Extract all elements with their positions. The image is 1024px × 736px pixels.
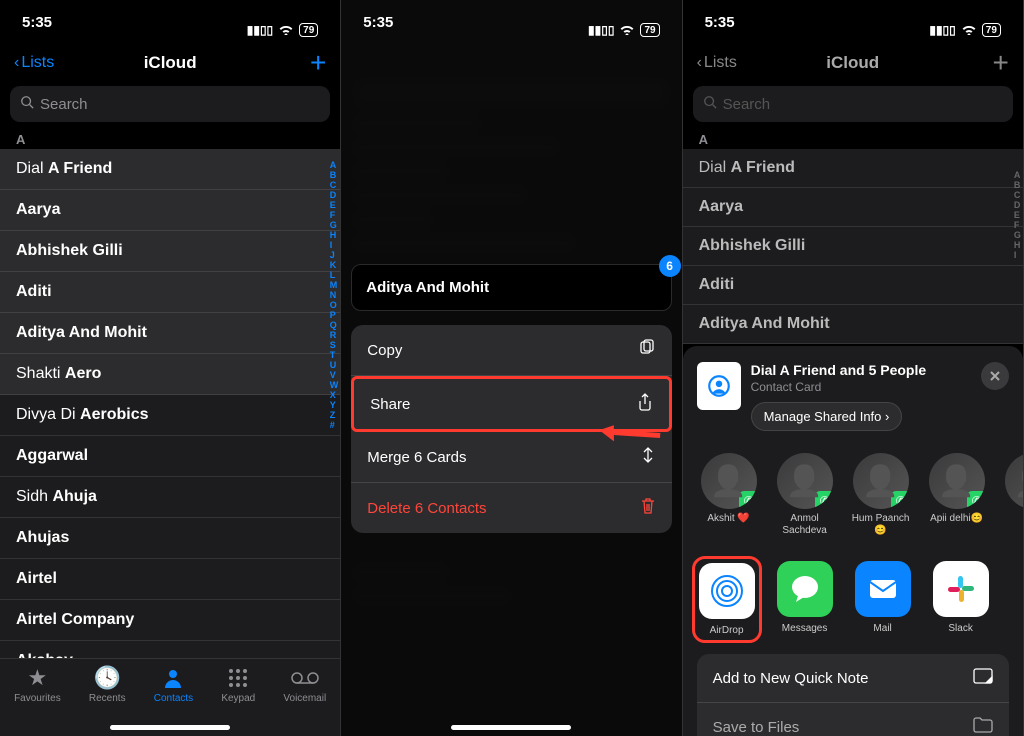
whatsapp-badge: ✆	[739, 491, 757, 509]
menu-copy[interactable]: Copy	[351, 325, 671, 376]
search-icon	[703, 95, 717, 113]
share-apps-row: AirDrop Messages Mail Slack	[683, 547, 1023, 644]
share-contact[interactable]: ✆Hum Paanch😊	[849, 453, 913, 537]
status-bar: 5:35 ▮▮▯▯ 79	[683, 0, 1023, 46]
share-app-airdrop[interactable]: AirDrop	[697, 561, 757, 638]
share-app-mail[interactable]: Mail	[853, 561, 913, 638]
chevron-left-icon: ‹	[697, 54, 702, 72]
selected-label: Aditya And Mohit	[366, 279, 489, 296]
navbar: ‹ Lists iCloud +	[0, 46, 340, 80]
status-bar: 5:35 ▮▮▯▯ 79	[0, 0, 340, 46]
search-icon	[20, 95, 34, 113]
contact-row: Aditi	[683, 266, 1023, 305]
phone-2: 5:35 ▮▮▯▯ 79 Aditya And Mohit 6 Copy	[341, 0, 682, 736]
contact-row: Abhishek Gilli	[683, 227, 1023, 266]
signal-icon: ▮▮▯▯	[247, 23, 273, 37]
whatsapp-badge: ✆	[815, 491, 833, 509]
status-bar: 5:35 ▮▮▯▯ 79	[341, 0, 681, 46]
whatsapp-badge: ✆	[967, 491, 985, 509]
wifi-icon	[278, 23, 294, 38]
share-people-row: ✆Akshit ❤️✆Anmol Sachdeva✆Hum Paanch😊✆Ap…	[683, 443, 1023, 547]
share-app-messages[interactable]: Messages	[775, 561, 835, 638]
contact-row[interactable]: Airtel Company	[0, 600, 340, 641]
contact-row[interactable]: Abhishek Gilli	[0, 231, 340, 272]
contact-row: Aarya	[683, 188, 1023, 227]
search-placeholder: Search	[40, 96, 88, 113]
contact-row[interactable]: Aditya And Mohit	[0, 313, 340, 354]
battery-icon: 79	[299, 23, 318, 37]
home-indicator[interactable]	[451, 725, 571, 730]
signal-icon: ▮▮▯▯	[929, 23, 955, 37]
sheet-actions: Add to New Quick Note Save to Files	[697, 654, 1009, 736]
status-time: 5:35	[22, 14, 52, 46]
voicemail-icon	[291, 665, 319, 691]
menu-delete[interactable]: Delete 6 Contacts	[351, 483, 671, 533]
tab-voicemail[interactable]: Voicemail	[283, 665, 326, 736]
share-contact[interactable]: ✆Akshit ❤️	[697, 453, 761, 537]
sheet-subtitle: Contact Card	[751, 380, 971, 394]
folder-icon	[973, 717, 993, 736]
share-contact[interactable]: ✆M	[1001, 453, 1023, 537]
phone-1: 5:35 ▮▮▯▯ 79 ‹ Lists iCloud + Search A D…	[0, 0, 341, 736]
close-button[interactable]	[981, 362, 1009, 390]
contact-row[interactable]: Shakti Aero	[0, 354, 340, 395]
trash-icon	[640, 497, 656, 519]
contact-card-icon	[697, 362, 741, 410]
contact-group-dim: Dial A FriendAaryaAbhishek GilliAditiAdi…	[683, 149, 1023, 344]
share-app-slack[interactable]: Slack	[931, 561, 991, 638]
contact-row[interactable]: Aditi	[0, 272, 340, 313]
home-indicator[interactable]	[110, 725, 230, 730]
back-label: Lists	[21, 54, 54, 72]
selection-badge: 6	[659, 255, 681, 277]
contact-row[interactable]: Aggarwal	[0, 436, 340, 477]
contact-row: Aditya And Mohit	[683, 305, 1023, 344]
contact-row[interactable]: Divya Di Aerobics	[0, 395, 340, 436]
sheet-title: Dial A Friend and 5 People	[751, 362, 971, 378]
tab-favourites[interactable]: ★Favourites	[14, 665, 61, 736]
index-strip: ABCDEFGHI	[1014, 170, 1021, 260]
chevron-left-icon: ‹	[14, 54, 19, 72]
whatsapp-badge: ✆	[891, 491, 909, 509]
quicknote-icon	[973, 668, 993, 688]
person-icon	[161, 665, 185, 691]
share-contact[interactable]: ✆Anmol Sachdeva	[773, 453, 837, 537]
phone-3: 5:35 ▮▮▯▯ 79 ‹ Lists iCloud + Search A D…	[683, 0, 1024, 736]
back-button[interactable]: ‹ Lists	[14, 54, 54, 72]
contact-row[interactable]: Dial A Friend	[0, 149, 340, 190]
star-icon: ★	[28, 665, 48, 691]
wifi-icon	[619, 23, 635, 38]
copy-icon	[638, 339, 656, 361]
blur-overlay: 5:35 ▮▮▯▯ 79 Aditya And Mohit 6 Copy	[341, 0, 681, 736]
keypad-icon	[227, 665, 249, 691]
clock-icon: 🕓	[94, 665, 121, 691]
contact-row[interactable]: Ahujas	[0, 518, 340, 559]
contact-group-selected: Dial A FriendAaryaAbhishek GilliAditiAdi…	[0, 149, 340, 395]
back-button: ‹ Lists	[697, 54, 737, 72]
contact-row: Dial A Friend	[683, 149, 1023, 188]
action-quick-note[interactable]: Add to New Quick Note	[697, 654, 1009, 703]
share-sheet: Dial A Friend and 5 People Contact Card …	[683, 346, 1023, 736]
search-input[interactable]: Search	[10, 86, 330, 122]
section-header: A	[0, 128, 340, 149]
battery-icon: 79	[640, 23, 659, 37]
add-button[interactable]: +	[310, 53, 326, 73]
index-strip[interactable]: ABCDEFGHIJKLMNOPQRSTUVWXYZ#	[330, 160, 339, 430]
action-save-files[interactable]: Save to Files	[697, 703, 1009, 736]
section-header: A	[683, 128, 1023, 149]
share-contact[interactable]: ✆Apii delhi😊	[925, 453, 989, 537]
selected-contact: Aditya And Mohit 6	[351, 264, 671, 311]
add-button: +	[993, 53, 1009, 73]
navbar-dim: ‹ Lists iCloud +	[683, 46, 1023, 80]
wifi-icon	[961, 23, 977, 38]
contact-row[interactable]: Aarya	[0, 190, 340, 231]
search-input: Search	[693, 86, 1013, 122]
chevron-right-icon: ›	[885, 409, 889, 424]
contact-row[interactable]: Airtel	[0, 559, 340, 600]
battery-icon: 79	[982, 23, 1001, 37]
contact-row[interactable]: Sidh Ahuja	[0, 477, 340, 518]
manage-shared-info[interactable]: Manage Shared Info ›	[751, 402, 903, 431]
signal-icon: ▮▮▯▯	[588, 23, 614, 37]
